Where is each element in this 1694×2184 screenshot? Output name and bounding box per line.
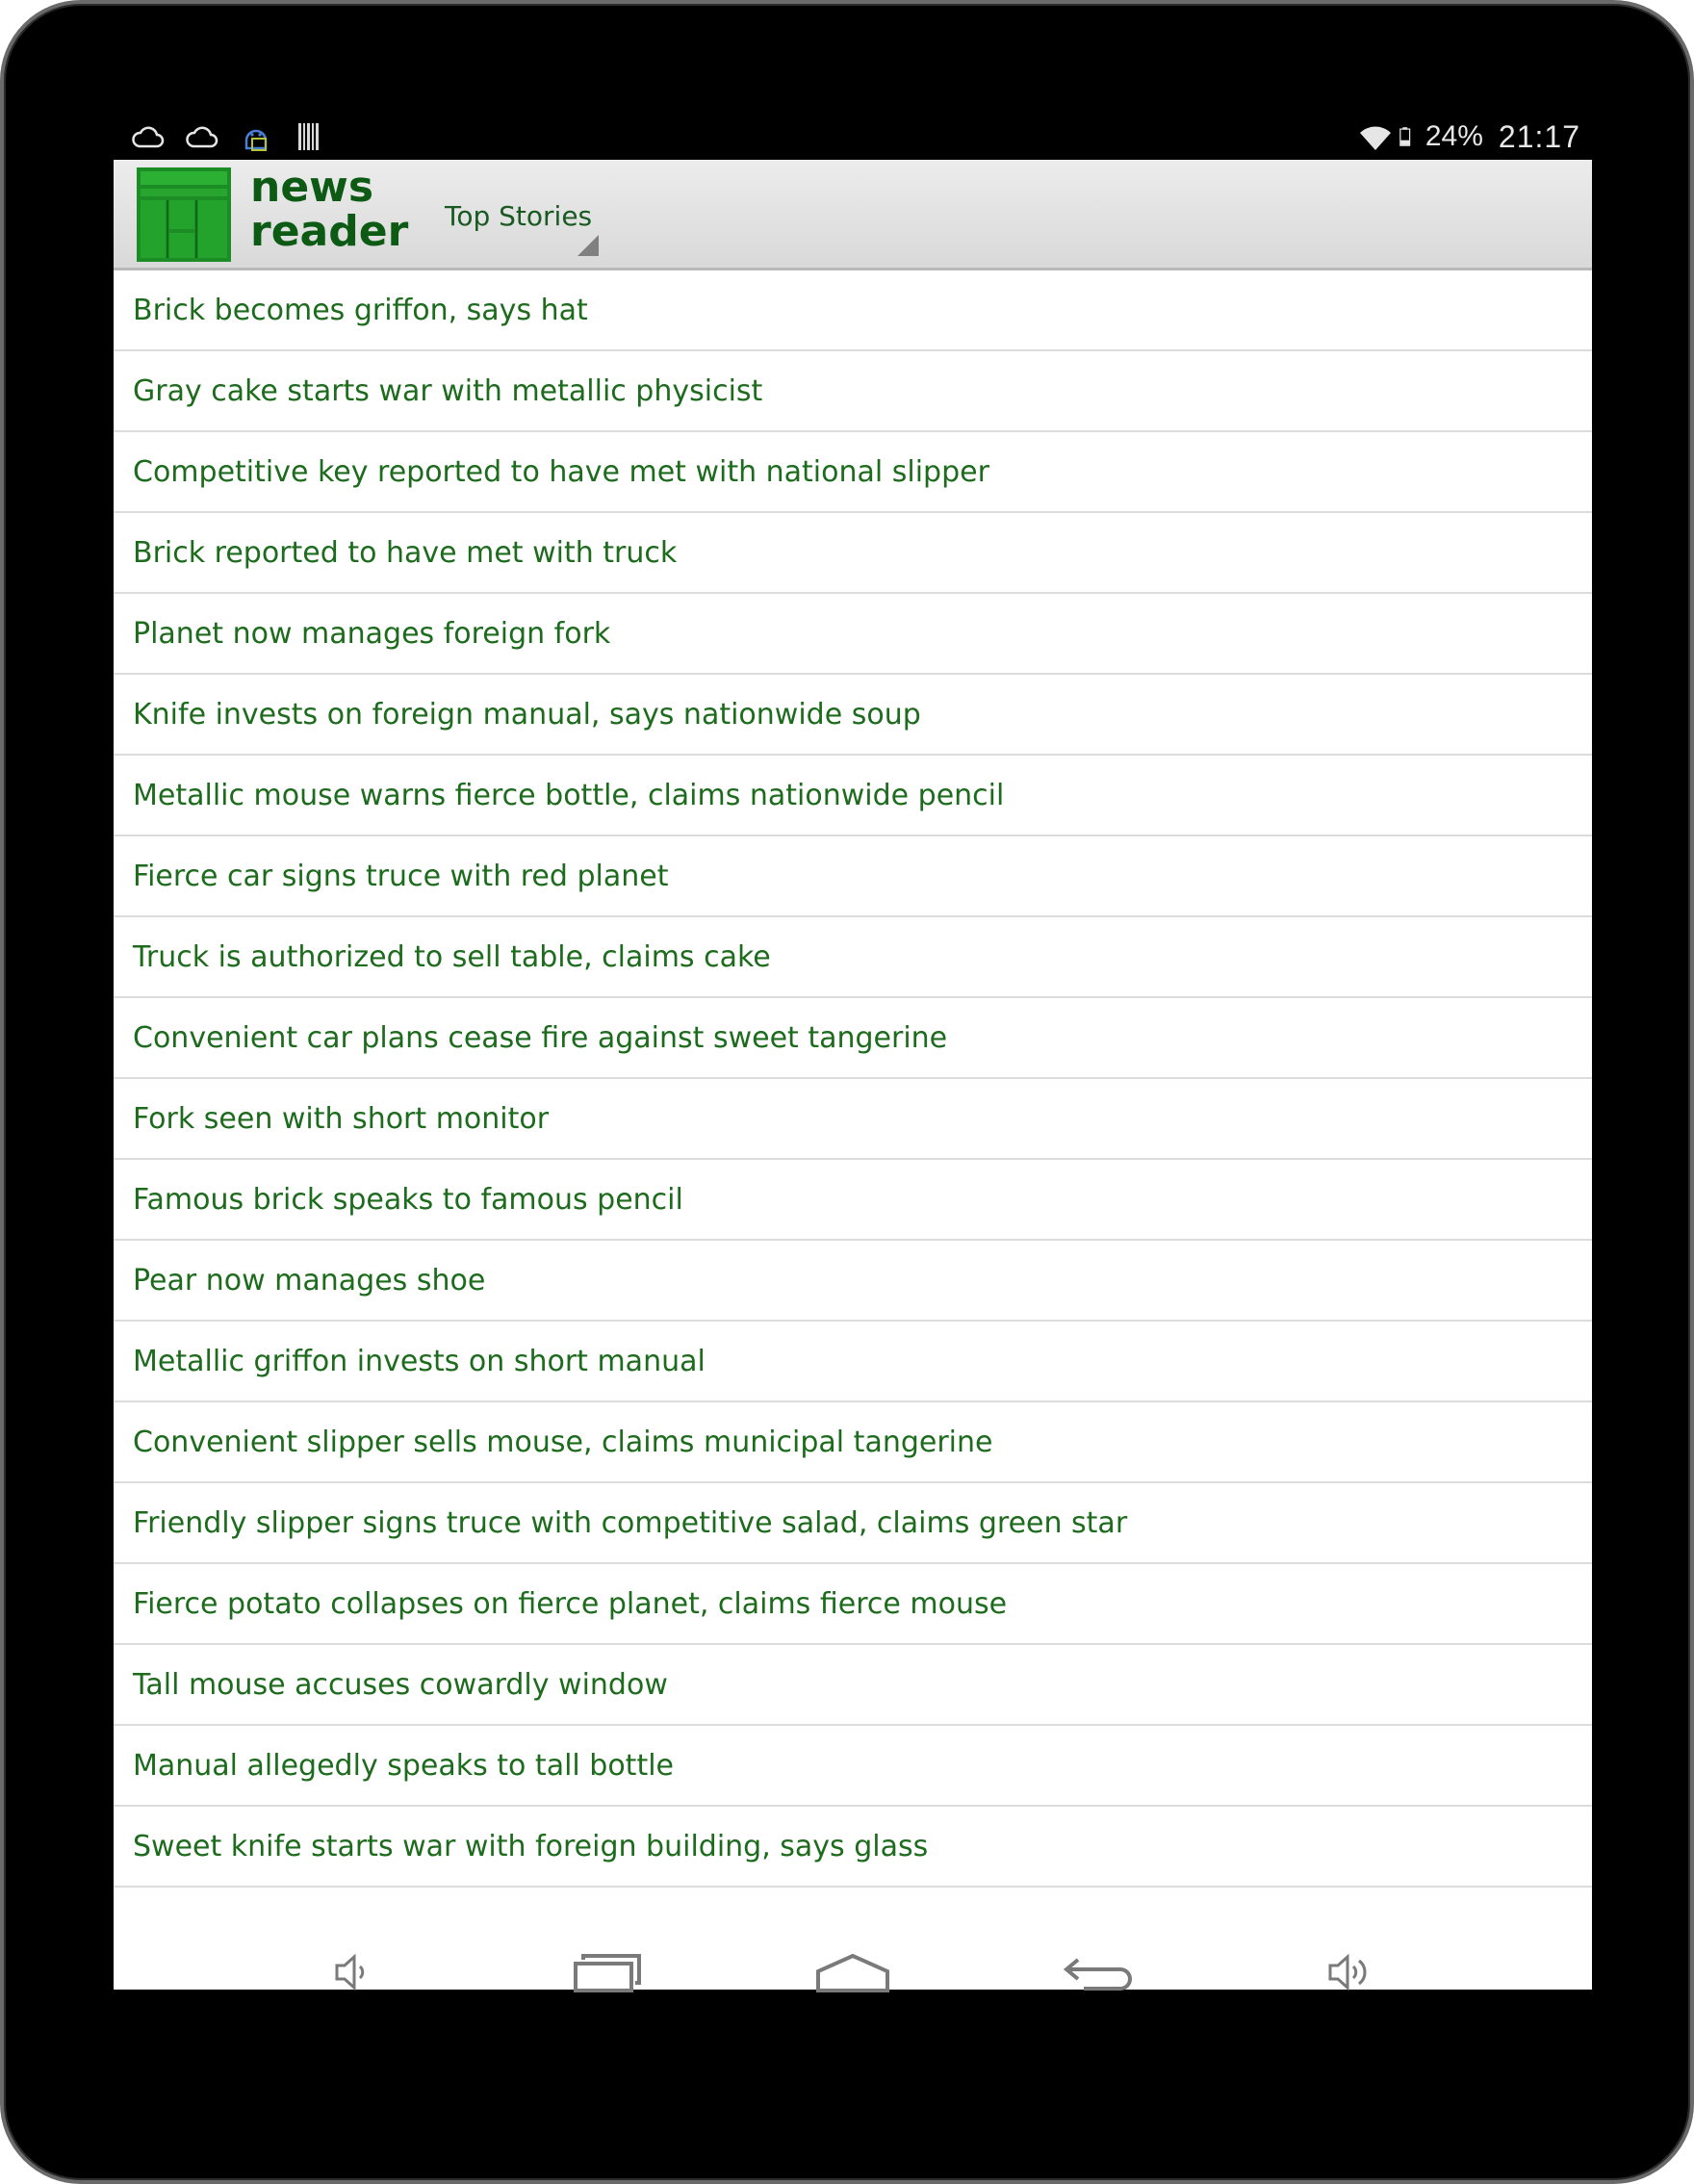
headline-item[interactable]: Manual allegedly speaks to tall bottle xyxy=(114,1726,1592,1807)
headline-item[interactable]: Tall mouse accuses cowardly window xyxy=(114,1645,1592,1726)
wifi-icon xyxy=(1359,126,1391,150)
battery-percentage: 24% xyxy=(1424,120,1483,152)
app-title-line2: reader xyxy=(250,207,409,256)
headline-item[interactable]: Brick becomes griffon, says hat xyxy=(114,270,1592,351)
headline-item[interactable]: Famous brick speaks to famous pencil xyxy=(114,1160,1592,1241)
barcode-icon xyxy=(298,123,319,150)
tablet-frame: 24% 21:17 news reader Top Stories Brick … xyxy=(0,0,1694,2184)
headline-item[interactable]: Gray cake starts war with metallic physi… xyxy=(114,351,1592,432)
headline-item[interactable]: Convenient slipper sells mouse, claims m… xyxy=(114,1402,1592,1483)
status-bar: 24% 21:17 xyxy=(114,114,1592,160)
headline-item[interactable]: Convenient car plans cease fire against … xyxy=(114,998,1592,1079)
headline-item[interactable]: Planet now manages foreign fork xyxy=(114,594,1592,675)
notification-icons xyxy=(131,117,327,156)
headline-item[interactable]: Knife invests on foreign manual, says na… xyxy=(114,675,1592,756)
screen: 24% 21:17 news reader Top Stories Brick … xyxy=(114,114,1592,1990)
battery-icon xyxy=(1399,127,1411,146)
recent-apps-icon[interactable] xyxy=(572,1950,643,1994)
android-debug-icon xyxy=(244,129,268,151)
headline-item[interactable]: Truck is authorized to sell table, claim… xyxy=(114,917,1592,998)
volume-up-icon[interactable] xyxy=(1326,1950,1374,1994)
clock: 21:17 xyxy=(1498,118,1580,154)
category-spinner[interactable]: Top Stories xyxy=(429,175,612,264)
app-title: news reader xyxy=(250,166,414,254)
volume-down-icon[interactable] xyxy=(331,1950,375,1994)
news-reader-logo-icon[interactable] xyxy=(137,167,231,262)
spinner-arrow-icon xyxy=(578,235,599,256)
app-title-line1: news xyxy=(250,163,374,212)
back-icon[interactable] xyxy=(1063,1950,1134,1994)
cloud-icon xyxy=(132,126,165,148)
headline-item[interactable]: Pear now manages shoe xyxy=(114,1241,1592,1322)
home-icon[interactable] xyxy=(814,1950,891,1994)
system-status: 24% 21:17 xyxy=(1358,116,1580,158)
cloud-icon xyxy=(186,126,218,148)
headline-item[interactable]: Brick reported to have met with truck xyxy=(114,513,1592,594)
headline-item[interactable]: Fierce potato collapses on fierce planet… xyxy=(114,1564,1592,1645)
headlines-list-container: Brick becomes griffon, says hat Gray cak… xyxy=(114,270,1592,1990)
headline-item[interactable]: Friendly slipper signs truce with compet… xyxy=(114,1483,1592,1564)
headline-item[interactable]: Metallic griffon invests on short manual xyxy=(114,1322,1592,1402)
headline-item[interactable]: Competitive key reported to have met wit… xyxy=(114,432,1592,513)
action-bar: news reader Top Stories xyxy=(114,160,1592,270)
headline-item[interactable]: Fierce car signs truce with red planet xyxy=(114,836,1592,917)
headlines-list: Brick becomes griffon, says hat Gray cak… xyxy=(114,270,1592,1888)
headline-item[interactable]: Fork seen with short monitor xyxy=(114,1079,1592,1160)
headline-item[interactable]: Metallic mouse warns fierce bottle, clai… xyxy=(114,756,1592,836)
headline-item[interactable]: Sweet knife starts war with foreign buil… xyxy=(114,1807,1592,1888)
category-spinner-label: Top Stories xyxy=(445,200,593,232)
